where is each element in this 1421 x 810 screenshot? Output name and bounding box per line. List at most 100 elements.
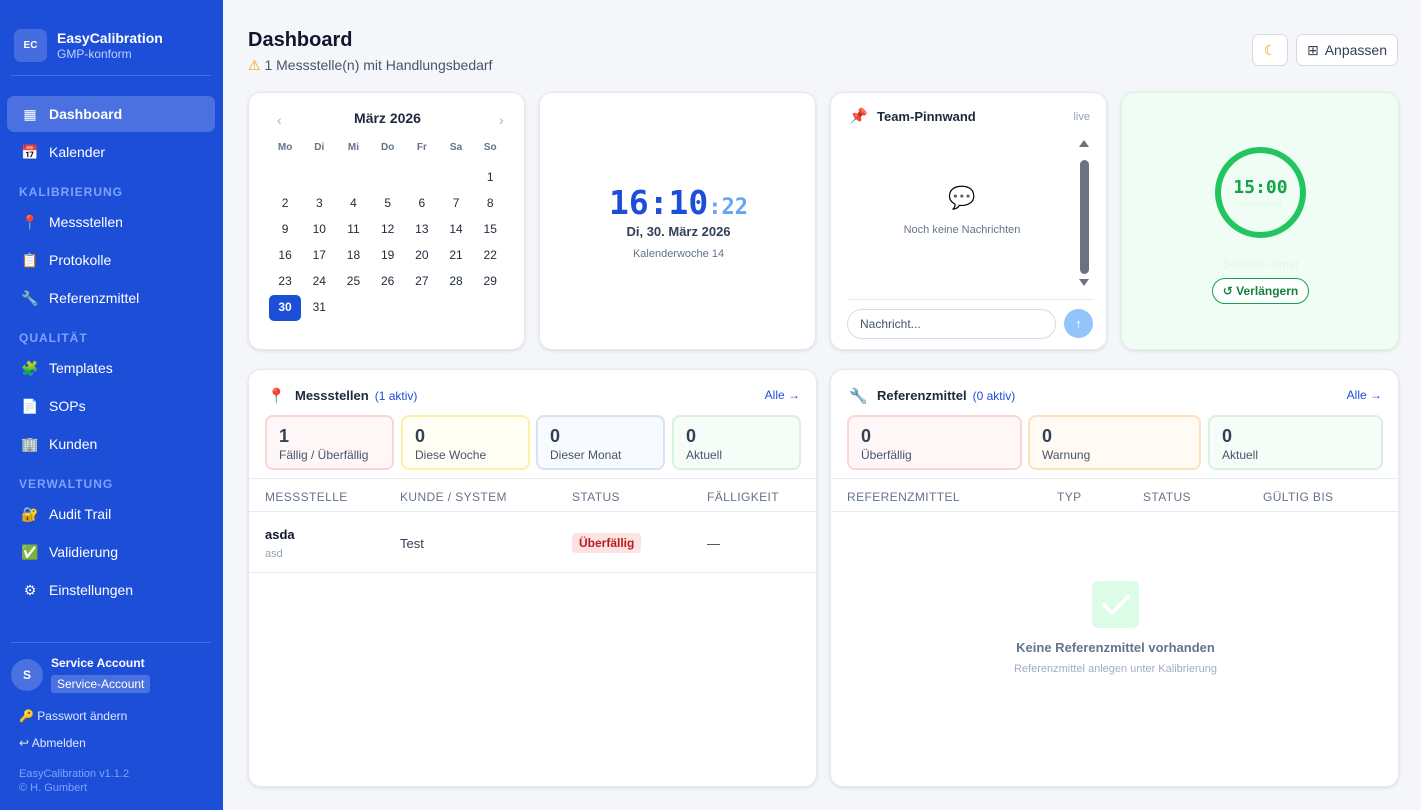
sidebar-item-sops[interactable]: 📄 SOPs bbox=[7, 388, 215, 424]
sidebar-item-audit-trail[interactable]: 🔐 Audit Trail bbox=[7, 496, 215, 532]
calendar-day[interactable]: 5 bbox=[371, 191, 405, 217]
building-icon: 🏢 bbox=[21, 435, 39, 452]
clock-date: Di, 30. März 2026 bbox=[626, 224, 731, 239]
send-button[interactable]: ↑ bbox=[1064, 309, 1093, 338]
user-name: Service Account bbox=[51, 656, 145, 670]
customize-button[interactable]: ⊞ Anpassen bbox=[1296, 34, 1398, 66]
stat-card-due[interactable]: 1 Fällig / Überfällig bbox=[265, 415, 394, 470]
calendar-day[interactable]: 28 bbox=[439, 269, 473, 295]
calendar-day[interactable]: 29 bbox=[473, 269, 507, 295]
extend-session-button[interactable]: ↺ Verlängern bbox=[1212, 278, 1309, 304]
gear-icon: ⚙ bbox=[23, 581, 37, 598]
calendar-day[interactable]: 19 bbox=[371, 243, 405, 269]
session-label: Session-Timer bbox=[1222, 257, 1300, 271]
warning-icon: ⚠ bbox=[248, 57, 261, 73]
calendar-day[interactable]: 27 bbox=[405, 269, 439, 295]
calendar-day[interactable]: 14 bbox=[439, 217, 473, 243]
section-qualitaet: QUALITÄT bbox=[19, 331, 88, 345]
stat-value: 0 bbox=[861, 426, 872, 446]
calendar-day[interactable]: 17 bbox=[302, 243, 336, 269]
sidebar-divider bbox=[11, 642, 211, 643]
calendar-day[interactable]: 21 bbox=[439, 243, 473, 269]
section-verwaltung: VERWALTUNG bbox=[19, 477, 114, 491]
column-header[interactable]: STATUS bbox=[1143, 490, 1191, 504]
user-profile[interactable]: S Service Account Service-Account bbox=[11, 656, 151, 693]
sidebar-divider bbox=[11, 75, 211, 76]
check-icon: ✅ bbox=[21, 543, 39, 560]
calendar-day[interactable]: 24 bbox=[302, 269, 336, 295]
stat-card-month[interactable]: 0 Dieser Monat bbox=[536, 415, 665, 470]
column-header[interactable]: MESSSTELLE bbox=[265, 490, 348, 504]
calendar-day-today[interactable]: 30 bbox=[269, 295, 301, 321]
calendar-day[interactable]: 18 bbox=[336, 243, 370, 269]
stat-card-current[interactable]: 0 Aktuell bbox=[672, 415, 801, 470]
sidebar-item-einstellungen[interactable]: ⚙ Einstellungen bbox=[7, 572, 215, 608]
calendar-day[interactable]: 22 bbox=[473, 243, 507, 269]
change-password-link[interactable]: 🔑 Passwort ändern bbox=[19, 709, 127, 723]
column-header[interactable]: REFERENZMITTEL bbox=[847, 490, 960, 504]
status-badge: Überfällig bbox=[572, 533, 642, 553]
calendar-day[interactable]: 16 bbox=[268, 243, 302, 269]
column-header[interactable]: FÄLLIGKEIT bbox=[707, 490, 779, 504]
divider bbox=[831, 511, 1398, 512]
stat-card-warning[interactable]: 0 Warnung bbox=[1028, 415, 1201, 470]
calendar-day[interactable]: 3 bbox=[302, 191, 336, 217]
calendar-day[interactable]: 15 bbox=[473, 217, 507, 243]
sidebar-item-label: Kalender bbox=[49, 144, 106, 160]
scrollbar-thumb[interactable] bbox=[1080, 160, 1089, 274]
weekday-label: Fr bbox=[416, 142, 427, 153]
column-header[interactable]: KUNDE / SYSTEM bbox=[400, 490, 507, 504]
calendar-day[interactable]: 1 bbox=[473, 165, 507, 191]
stat-card-current[interactable]: 0 Aktuell bbox=[1208, 415, 1383, 470]
empty-state-title: Keine Referenzmittel vorhanden bbox=[1016, 640, 1215, 655]
stat-card-week[interactable]: 0 Diese Woche bbox=[401, 415, 530, 470]
dark-mode-button[interactable]: ☾ bbox=[1252, 34, 1288, 66]
calendar-day[interactable]: 13 bbox=[405, 217, 439, 243]
calendar-day[interactable]: 20 bbox=[405, 243, 439, 269]
view-all-link[interactable]: Alle → bbox=[765, 388, 800, 402]
calendar-day[interactable]: 7 bbox=[439, 191, 473, 217]
calendar-blank bbox=[302, 165, 336, 191]
calendar-day[interactable]: 26 bbox=[371, 269, 405, 295]
team-board-widget: 📌 Team-Pinnwand live 💬 Noch keine Nachri… bbox=[830, 92, 1107, 350]
stat-label: Dieser Monat bbox=[550, 448, 622, 462]
sidebar-item-templates[interactable]: 🧩 Templates bbox=[7, 350, 215, 386]
scroll-up-arrow[interactable] bbox=[1079, 140, 1089, 147]
message-input[interactable] bbox=[847, 309, 1056, 339]
column-header[interactable]: STATUS bbox=[572, 490, 620, 504]
calendar-day[interactable]: 25 bbox=[336, 269, 370, 295]
column-header[interactable]: TYP bbox=[1057, 490, 1082, 504]
divider bbox=[249, 511, 816, 512]
calendar-day[interactable]: 4 bbox=[336, 191, 370, 217]
sidebar: EC EasyCalibration GMP-konform ▦ Dashboa… bbox=[0, 0, 223, 810]
sidebar-item-validierung[interactable]: ✅ Validierung bbox=[7, 534, 215, 570]
sidebar-item-referenzmittel[interactable]: 🔧 Referenzmittel bbox=[7, 280, 215, 316]
calendar-day[interactable]: 23 bbox=[268, 269, 302, 295]
calendar-blank bbox=[268, 165, 302, 191]
calendar-day[interactable]: 10 bbox=[302, 217, 336, 243]
calendar-day[interactable]: 2 bbox=[268, 191, 302, 217]
stat-value: 0 bbox=[1222, 426, 1233, 446]
sidebar-item-label: Validierung bbox=[49, 544, 119, 560]
column-header[interactable]: GÜLTIG BIS bbox=[1263, 490, 1333, 504]
view-all-link[interactable]: Alle → bbox=[1347, 388, 1382, 402]
calendar-day[interactable]: 8 bbox=[473, 191, 507, 217]
sidebar-item-protokolle[interactable]: 📋 Protokolle bbox=[7, 242, 215, 278]
calendar-day[interactable]: 11 bbox=[336, 217, 370, 243]
calendar-day[interactable]: 12 bbox=[371, 217, 405, 243]
stat-card-overdue[interactable]: 0 Überfällig bbox=[847, 415, 1022, 470]
sidebar-item-dashboard[interactable]: ▦ Dashboard bbox=[7, 96, 215, 132]
scroll-down-arrow[interactable] bbox=[1079, 279, 1089, 286]
brand[interactable]: EC EasyCalibration GMP-konform bbox=[14, 29, 163, 62]
stat-value: 0 bbox=[415, 426, 426, 446]
logout-link[interactable]: ↩ Abmelden bbox=[19, 736, 86, 750]
sidebar-item-label: Protokolle bbox=[49, 252, 112, 268]
calendar-day[interactable]: 6 bbox=[405, 191, 439, 217]
sidebar-item-messstellen[interactable]: 📍 Messstellen bbox=[7, 204, 215, 240]
clock-time: 16:10:22 bbox=[540, 183, 815, 222]
sidebar-item-kalender[interactable]: 📅 Kalender bbox=[7, 134, 215, 170]
calendar-day[interactable]: 31 bbox=[302, 295, 336, 321]
sidebar-item-kunden[interactable]: 🏢 Kunden bbox=[7, 426, 215, 462]
calendar-day[interactable]: 9 bbox=[268, 217, 302, 243]
next-month-button[interactable]: › bbox=[499, 112, 504, 128]
